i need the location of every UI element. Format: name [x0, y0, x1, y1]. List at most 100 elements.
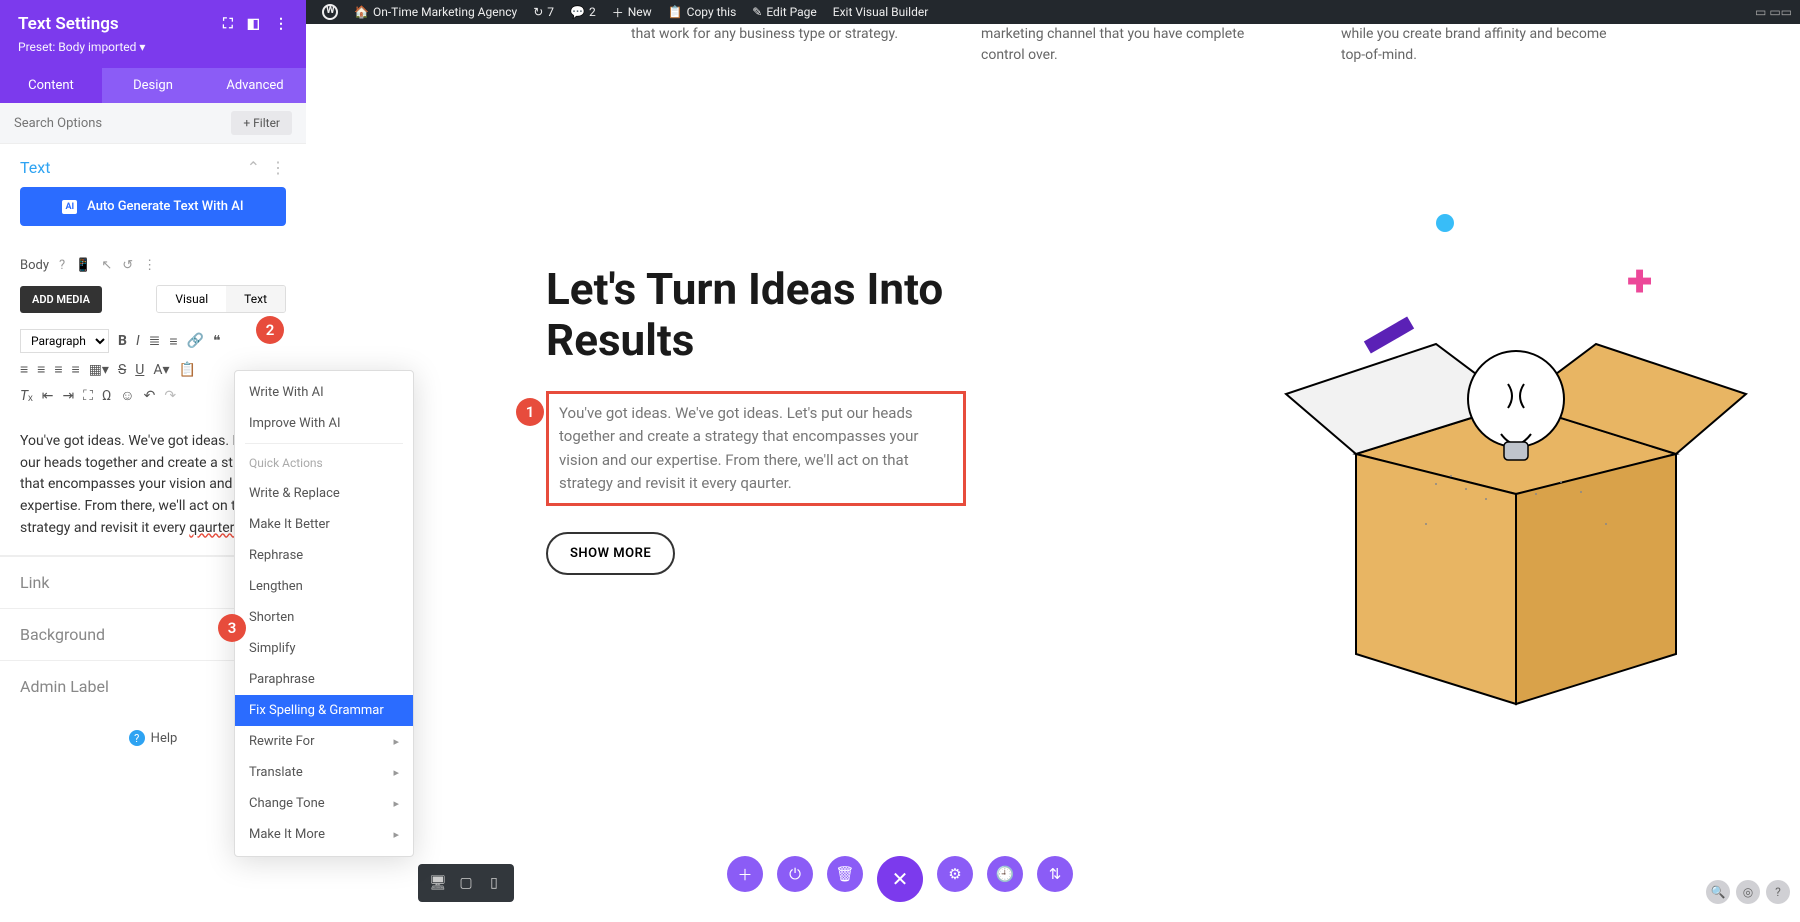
- preset-label[interactable]: Preset: Body imported ▾: [18, 40, 288, 54]
- quote-icon[interactable]: ❝: [213, 333, 221, 349]
- card-text: marketing channel that you have complete…: [981, 24, 1261, 66]
- align-center-icon[interactable]: ≡: [37, 361, 45, 378]
- section-head-text[interactable]: Text ⌃⋮: [0, 144, 306, 187]
- callout-1: 1: [516, 398, 544, 426]
- view-desktop[interactable]: 🖥: [424, 870, 452, 896]
- ul-icon[interactable]: ≣: [149, 333, 161, 349]
- auto-generate-button[interactable]: AI Auto Generate Text With AI: [20, 187, 286, 226]
- editor-tab-visual[interactable]: Visual: [157, 286, 226, 312]
- swap-button[interactable]: ⇅: [1037, 856, 1073, 892]
- ai-item-translate[interactable]: Translate▸: [235, 757, 413, 788]
- wp-logo[interactable]: [314, 4, 346, 20]
- strike-icon[interactable]: S: [118, 362, 126, 378]
- italic-icon[interactable]: I: [136, 333, 140, 349]
- decoration-dot-blue: [1436, 214, 1454, 232]
- emoji-icon[interactable]: ☺: [120, 387, 134, 404]
- view-tablet[interactable]: ▢: [452, 870, 480, 896]
- settings-button[interactable]: ⚙: [937, 856, 973, 892]
- callout-3: 3: [218, 614, 246, 642]
- fullscreen-icon[interactable]: ⛶: [83, 388, 93, 404]
- align-justify-icon[interactable]: ≡: [72, 361, 80, 378]
- ai-item-shorten[interactable]: Shorten: [235, 602, 413, 633]
- undo-icon[interactable]: ↶: [144, 388, 156, 404]
- power-button[interactable]: ⏻: [777, 856, 813, 892]
- helper-circles: 🔍 ◎ ?: [1706, 880, 1790, 904]
- ai-menu: Write With AI Improve With AI Quick Acti…: [234, 370, 414, 857]
- tab-design[interactable]: Design: [102, 68, 204, 103]
- indent-icon[interactable]: ⇥: [62, 388, 74, 404]
- site-name[interactable]: 🏠 On-Time Marketing Agency: [346, 5, 525, 19]
- ol-icon[interactable]: ≡: [169, 333, 177, 350]
- search-bubble[interactable]: 🔍: [1706, 880, 1730, 904]
- table-icon[interactable]: ▦▾: [89, 362, 109, 378]
- page-heading: Let's Turn Ideas Into Results: [546, 264, 966, 365]
- help-bubble[interactable]: ?: [1766, 880, 1790, 904]
- ai-write[interactable]: Write With AI: [235, 377, 413, 408]
- show-more-button[interactable]: SHOW MORE: [546, 532, 675, 575]
- ai-item-write-replace[interactable]: Write & Replace: [235, 478, 413, 509]
- underline-icon[interactable]: U: [135, 362, 144, 378]
- ai-quick-label: Quick Actions: [235, 448, 413, 478]
- canvas: that work for any business type or strat…: [306, 24, 1800, 922]
- user-menu[interactable]: ▭ ▭▭: [1755, 5, 1792, 19]
- ai-item-change-tone[interactable]: Change Tone▸: [235, 788, 413, 819]
- outdent-icon[interactable]: ⇤: [42, 388, 54, 404]
- ai-item-paraphrase[interactable]: Paraphrase: [235, 664, 413, 695]
- edit-page[interactable]: ✎ Edit Page: [744, 5, 825, 19]
- card-text: while you create brand affinity and beco…: [1341, 24, 1621, 66]
- box-illustration: [1276, 284, 1756, 744]
- redo-icon[interactable]: ↷: [164, 388, 176, 404]
- text-color-icon[interactable]: A▾: [153, 362, 169, 378]
- layers-bubble[interactable]: ◎: [1736, 880, 1760, 904]
- wp-admin-bar: 🏠 On-Time Marketing Agency ↻ 7 💬 2 ＋ New…: [306, 0, 1800, 24]
- hover-icon[interactable]: ↖: [101, 258, 112, 273]
- ai-improve[interactable]: Improve With AI: [235, 408, 413, 439]
- ai-item-rephrase[interactable]: Rephrase: [235, 540, 413, 571]
- close-builder-button[interactable]: ✕: [877, 856, 923, 902]
- ai-item-make-it-better[interactable]: Make It Better: [235, 509, 413, 540]
- submenu-arrow-icon: ▸: [393, 828, 399, 841]
- new[interactable]: ＋ New: [604, 4, 660, 21]
- collapse-icon[interactable]: ⌃: [247, 158, 260, 177]
- ai-item-rewrite-for[interactable]: Rewrite For▸: [235, 726, 413, 757]
- add-button[interactable]: ＋: [727, 856, 763, 892]
- ai-item-simplify[interactable]: Simplify: [235, 633, 413, 664]
- editor-tab-text[interactable]: Text: [226, 286, 285, 312]
- highlighted-paragraph[interactable]: You've got ideas. We've got ideas. Let's…: [546, 391, 966, 506]
- add-media-button[interactable]: ADD MEDIA: [20, 286, 102, 313]
- omega-icon[interactable]: Ω: [102, 388, 111, 404]
- history-button[interactable]: 🕘: [987, 856, 1023, 892]
- help-icon[interactable]: ?: [59, 258, 65, 273]
- paste-icon[interactable]: 📋: [179, 362, 196, 378]
- more-icon[interactable]: ⋮: [143, 258, 156, 273]
- ai-item-make-it-more[interactable]: Make It More▸: [235, 819, 413, 850]
- tab-content[interactable]: Content: [0, 68, 102, 103]
- ai-item-fix-spelling-grammar[interactable]: Fix Spelling & Grammar: [235, 695, 413, 726]
- search-input[interactable]: [14, 116, 231, 131]
- help-icon: ?: [129, 730, 145, 746]
- trash-button[interactable]: 🗑: [827, 856, 863, 892]
- mobile-icon[interactable]: 📱: [75, 258, 91, 273]
- tab-advanced[interactable]: Advanced: [204, 68, 306, 103]
- more-icon[interactable]: ⋮: [274, 16, 288, 32]
- filter-button[interactable]: Filter: [231, 111, 292, 135]
- view-toggle: 🖥 ▢ ▯: [418, 864, 514, 902]
- exit-builder[interactable]: Exit Visual Builder: [825, 5, 937, 19]
- bold-icon[interactable]: B: [118, 333, 127, 349]
- clear-format-icon[interactable]: Tₓ: [20, 387, 33, 404]
- copy-this[interactable]: 📋 Copy this: [660, 5, 745, 19]
- expand-icon[interactable]: ⛶: [223, 16, 233, 32]
- align-right-icon[interactable]: ≡: [54, 361, 62, 378]
- ai-item-lengthen[interactable]: Lengthen: [235, 571, 413, 602]
- format-select[interactable]: Paragraph: [20, 329, 109, 353]
- align-left-icon[interactable]: ≡: [20, 361, 28, 378]
- sidebar-title: Text Settings: [18, 14, 119, 34]
- panel-icon[interactable]: ◧: [247, 16, 260, 32]
- link-icon[interactable]: 🔗: [187, 333, 204, 349]
- section-more-icon[interactable]: ⋮: [270, 158, 286, 177]
- reset-icon[interactable]: ↺: [122, 258, 133, 273]
- sidebar-header: Text Settings ⛶ ◧ ⋮ Preset: Body importe…: [0, 0, 306, 68]
- comments[interactable]: 💬 2: [562, 5, 604, 19]
- view-mobile[interactable]: ▯: [480, 870, 508, 896]
- updates[interactable]: ↻ 7: [525, 5, 562, 19]
